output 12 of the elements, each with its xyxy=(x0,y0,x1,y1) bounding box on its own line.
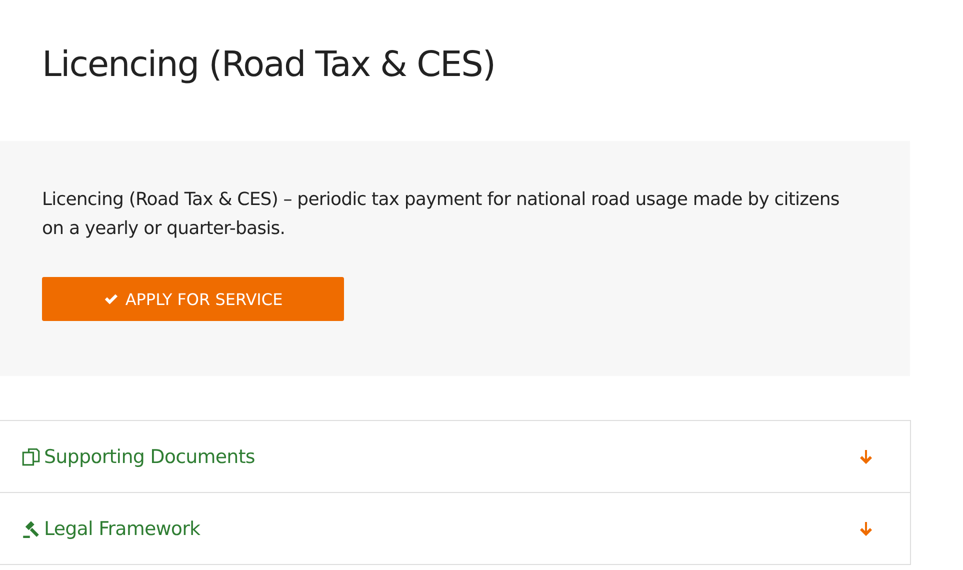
arrow-down-icon xyxy=(858,520,874,536)
gavel-icon xyxy=(22,520,40,538)
page-title: Licencing (Road Tax & CES) xyxy=(41,44,496,87)
accordion-header[interactable]: Legal Framework xyxy=(0,493,910,565)
arrow-down-icon xyxy=(858,448,874,464)
accordion-header[interactable]: Supporting Documents xyxy=(0,421,910,493)
service-description: Licencing (Road Tax & CES) – periodic tax payment for national road usage made by citizens on a yearly or quarter-basis. xyxy=(42,188,840,241)
apply-button[interactable]: APPLY FOR SERVICE xyxy=(42,277,344,321)
documents-icon xyxy=(22,448,40,466)
accordion-label: Supporting Documents xyxy=(44,446,255,468)
check-icon xyxy=(103,292,120,306)
accordion-label: Legal Framework xyxy=(44,518,200,540)
